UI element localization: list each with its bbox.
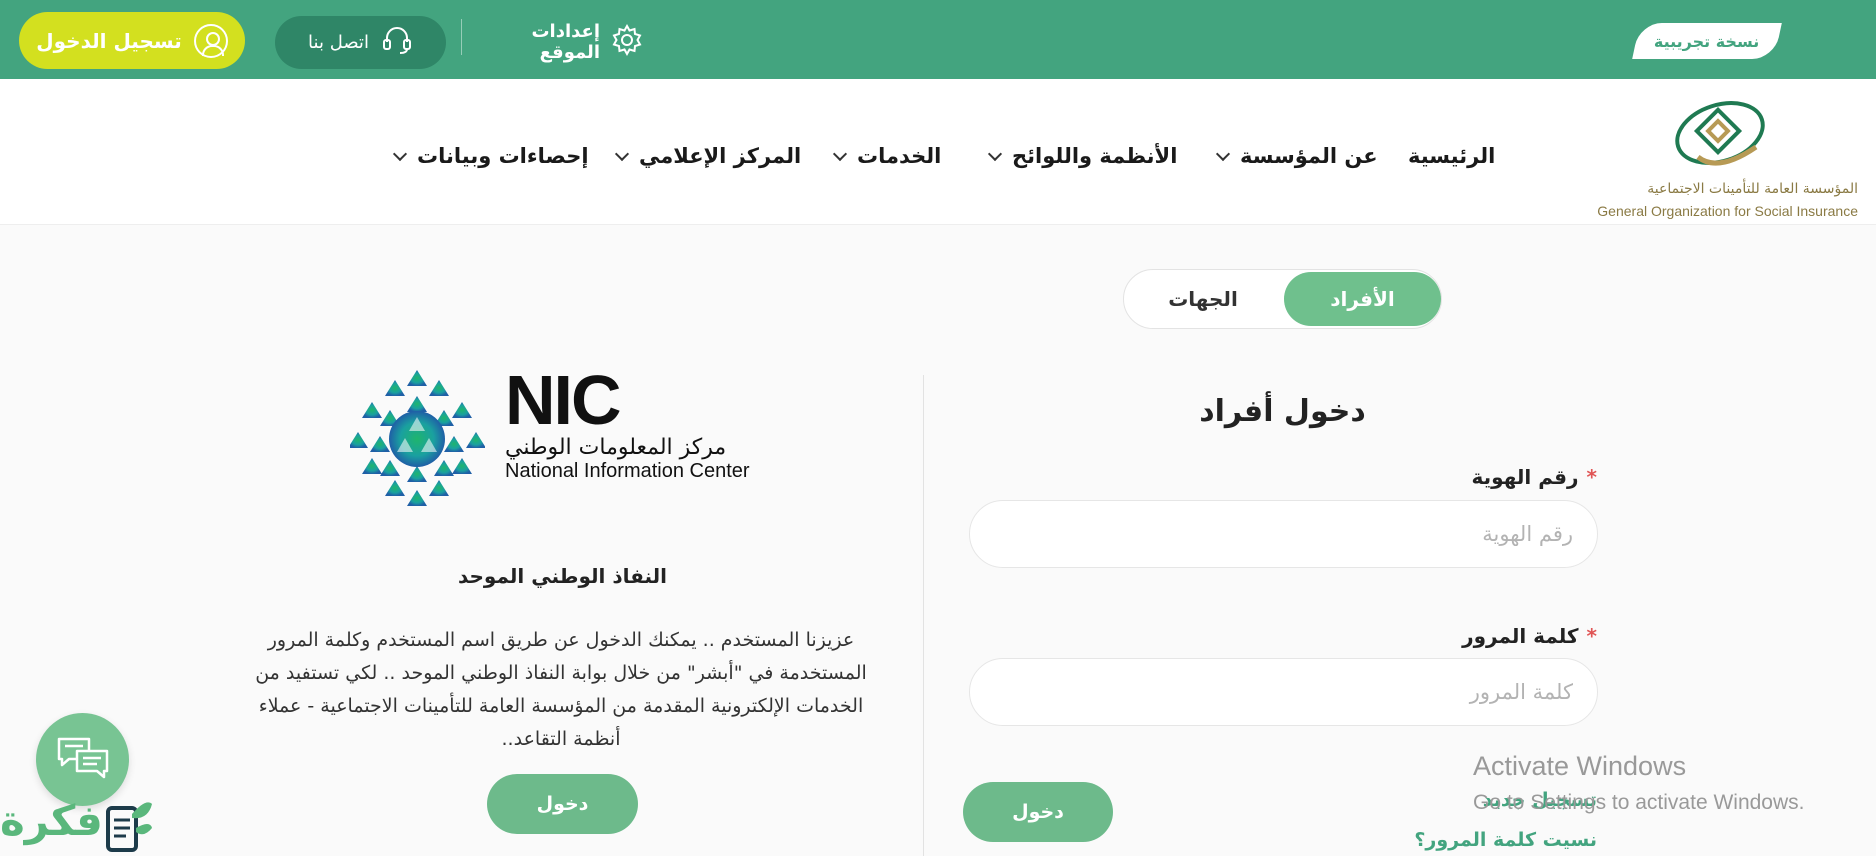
password-input[interactable]	[969, 658, 1598, 726]
top-bar: تسجيل الدخول اتصل بنا إعدادات الموقع نسخ…	[0, 0, 1876, 79]
chevron-down-icon	[1215, 146, 1231, 161]
nav-item-regulations[interactable]: الأنظمة واللوائح	[987, 141, 1178, 171]
password-label-text: كلمة المرور	[1462, 624, 1579, 648]
contact-us-label: اتصل بنا	[308, 32, 369, 53]
chevron-down-icon	[392, 146, 408, 161]
required-mark: *	[1586, 465, 1597, 489]
gosi-emblem-icon	[1675, 101, 1765, 166]
tab-entities[interactable]: الجهات	[1128, 272, 1278, 326]
nic-emblem-icon	[350, 370, 485, 506]
nafath-description: عزيزنا المستخدم .. يمكنك الدخول عن طريق …	[255, 629, 867, 750]
tab-individuals[interactable]: الأفراد	[1284, 272, 1441, 326]
nav-item-media-center[interactable]: المركز الإعلامي	[614, 141, 802, 171]
nav-item-label: المركز الإعلامي	[639, 144, 802, 168]
login-button-label: تسجيل الدخول	[36, 28, 182, 53]
chat-button[interactable]	[36, 713, 129, 806]
nav-item-about[interactable]: عن المؤسسة	[1215, 141, 1378, 171]
user-icon	[193, 23, 228, 58]
id-number-input[interactable]	[969, 500, 1598, 568]
required-mark: *	[1586, 624, 1597, 648]
nav-item-statistics[interactable]: إحصاءات وبيانات	[392, 141, 589, 171]
gosi-logo[interactable]: المؤسسة العامة للتأمينات الاجتماعية Gene…	[1570, 95, 1860, 219]
logo-arabic-text: المؤسسة العامة للتأمينات الاجتماعية	[1647, 181, 1858, 197]
id-number-label: * رقم الهوية	[1472, 465, 1597, 489]
main-header: المؤسسة العامة للتأمينات الاجتماعية Gene…	[0, 79, 1876, 225]
chevron-down-icon	[832, 146, 848, 161]
beta-version-label: نسخة تجريبية	[1654, 31, 1760, 51]
book-leaf-icon	[106, 802, 152, 852]
nav-item-home[interactable]: الرئيسية	[1408, 141, 1495, 171]
nav-item-label: الأنظمة واللوائح	[1012, 144, 1178, 168]
activate-windows-title: Activate Windows	[1473, 751, 1687, 781]
nav-item-label: إحصاءات وبيانات	[417, 144, 589, 168]
chat-icon	[55, 735, 111, 785]
gear-icon	[610, 23, 644, 62]
user-type-tabs: الأفراد الجهات	[1123, 269, 1442, 329]
nav-item-label: الخدمات	[857, 144, 942, 168]
id-number-label-text: رقم الهوية	[1471, 465, 1579, 489]
fikra-watermark-text: فكرة	[0, 796, 103, 845]
nic-arabic-name: مركز المعلومات الوطني	[505, 435, 727, 460]
login-button[interactable]: تسجيل الدخول	[19, 12, 245, 69]
headset-icon	[381, 24, 413, 61]
site-settings-button[interactable]: إعدادات الموقع	[472, 21, 644, 63]
fikra-watermark: فكرة	[0, 794, 155, 856]
beta-version-badge: نسخة تجريبية	[1632, 23, 1782, 59]
nav-item-label: عن المؤسسة	[1240, 144, 1378, 168]
chevron-down-icon	[987, 146, 1003, 161]
nic-wordmark: NIC	[505, 361, 622, 439]
nafath-title: النفاذ الوطني الموحد	[457, 564, 668, 588]
nav-item-label: الرئيسية	[1408, 144, 1496, 168]
contact-us-button[interactable]: اتصل بنا	[275, 16, 446, 69]
login-form-title: دخول أفراد	[1199, 394, 1366, 429]
nic-english-name: National Information Center	[505, 460, 750, 482]
main-nav: الرئيسية عن المؤسسة الأنظمة واللوائح الخ…	[380, 141, 1495, 171]
logo-english-text: General Organization for Social Insuranc…	[1597, 203, 1858, 219]
activate-windows-subtitle: Go to Settings to activate Windows.	[1473, 791, 1805, 814]
chevron-down-icon	[614, 146, 630, 161]
topbar-divider	[461, 19, 462, 55]
login-submit-button[interactable]: دخول	[963, 782, 1113, 842]
site-settings-label: إعدادات الموقع	[531, 21, 600, 63]
nav-item-services[interactable]: الخدمات	[832, 141, 942, 171]
password-label: * كلمة المرور	[1462, 624, 1597, 648]
forgot-password-link[interactable]: نسيت كلمة المرور؟	[1414, 829, 1597, 851]
column-divider	[923, 375, 924, 856]
nic-logo: NIC مركز المعلومات الوطني National Infor…	[345, 360, 785, 510]
nafath-login-button[interactable]: دخول	[487, 774, 638, 834]
